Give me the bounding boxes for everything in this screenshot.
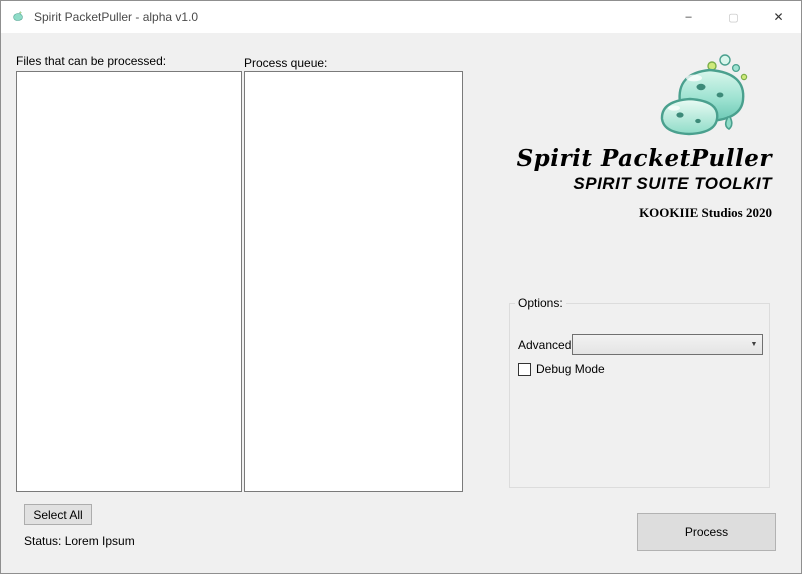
debug-mode-label: Debug Mode [536, 362, 605, 376]
process-button[interactable]: Process [637, 513, 776, 551]
app-body: Files that can be processed: Process que… [1, 33, 801, 573]
debug-mode-option[interactable]: Debug Mode [518, 362, 605, 376]
slime-logo [646, 53, 766, 143]
debug-mode-checkbox[interactable] [518, 362, 531, 376]
brand-credit: KOOKIIE Studios 2020 [639, 205, 772, 220]
maximize-button[interactable]: ▢ [711, 1, 756, 33]
process-queue-listbox[interactable] [244, 71, 463, 492]
app-icon [10, 9, 26, 25]
files-list-label: Files that can be processed: [16, 54, 167, 68]
chevron-down-icon: ▼ [750, 341, 758, 348]
options-group: Options: Advanced: ▼ Debug Mode [509, 296, 770, 488]
process-queue-label: Process queue: [244, 56, 328, 70]
brand-title: Spirit PacketPuller [516, 145, 772, 172]
files-listbox[interactable] [16, 71, 242, 492]
advanced-dropdown[interactable]: ▼ [572, 334, 763, 355]
options-group-label: Options: [518, 296, 563, 310]
advanced-label: Advanced: [518, 338, 575, 352]
minimize-button[interactable]: – [666, 1, 711, 33]
app-window: Spirit PacketPuller - alpha v1.0 – ▢ ✕ F… [0, 0, 802, 574]
brand-subtitle: SPIRIT SUITE TOOLKIT [573, 174, 772, 193]
window-title: Spirit PacketPuller - alpha v1.0 [34, 10, 199, 24]
close-button[interactable]: ✕ [756, 1, 801, 33]
status-text: Status: Lorem Ipsum [24, 534, 135, 548]
select-all-button[interactable]: Select All [24, 504, 92, 525]
titlebar: Spirit PacketPuller - alpha v1.0 – ▢ ✕ [1, 1, 801, 33]
caption-buttons: – ▢ ✕ [666, 1, 801, 33]
